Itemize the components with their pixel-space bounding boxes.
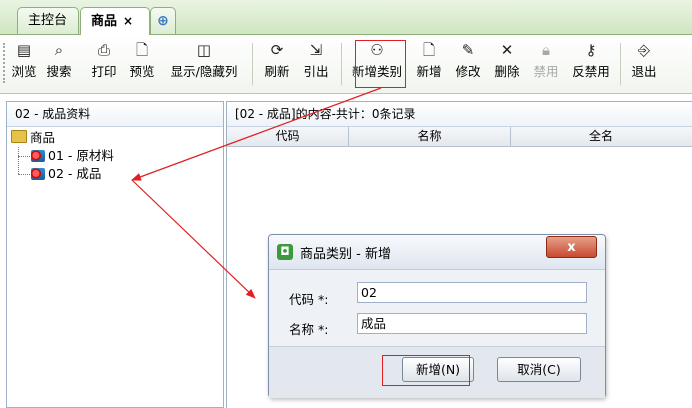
arrow-to-dialog — [131, 179, 256, 299]
annotation-arrows — [131, 87, 382, 299]
arrow-to-tree-node — [131, 87, 382, 181]
